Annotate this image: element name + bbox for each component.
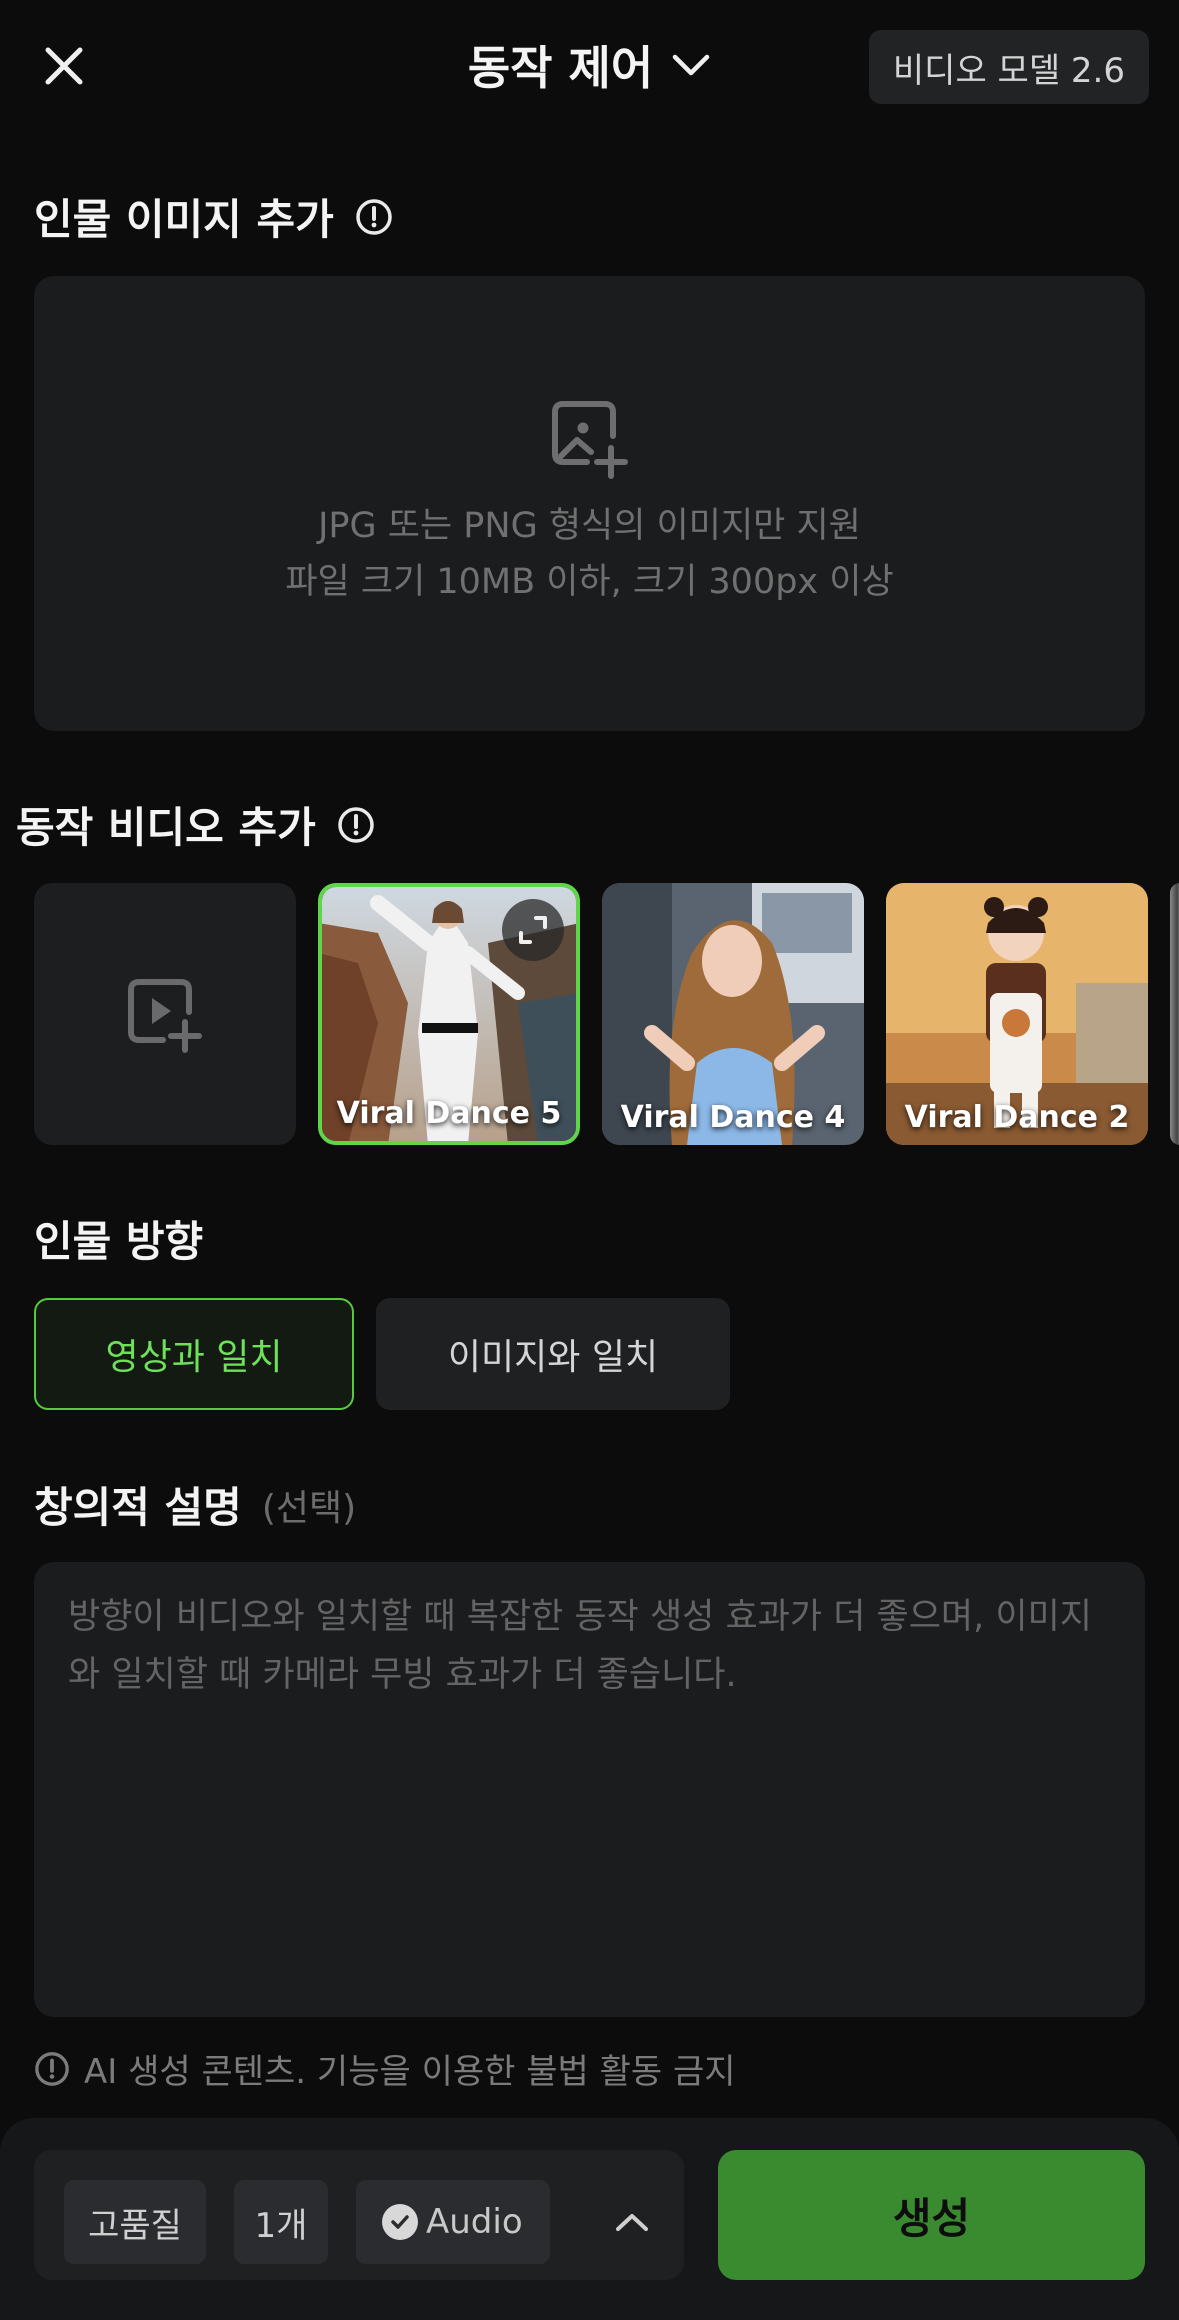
description-textarea[interactable]: 방향이 비디오와 일치할 때 복잡한 동작 생성 효과가 더 좋으며, 이미지와… xyxy=(34,1562,1145,2017)
video-tile-label: Viral Dance 5 xyxy=(336,1096,562,1131)
quality-label: 고품질 xyxy=(88,2205,182,2246)
person-image-upload-area[interactable]: JPG 또는 PNG 형식의 이미지만 지원 파일 크기 10MB 이하, 크기… xyxy=(34,276,1145,731)
motion-video-list: Viral Dance 5 Viral Dance 4 Viral Dance … xyxy=(34,883,1179,1145)
check-circle-icon xyxy=(382,2204,418,2240)
close-button[interactable] xyxy=(34,36,94,96)
add-video-icon xyxy=(128,979,202,1053)
expand-options-button[interactable] xyxy=(604,2194,660,2250)
video-tile-label: Viral Dance 4 xyxy=(620,1100,846,1135)
orientation-match-video-button[interactable]: 영상과 일치 xyxy=(34,1298,354,1410)
count-chip[interactable]: 1개 xyxy=(234,2180,328,2264)
generate-label: 생성 xyxy=(892,2193,971,2243)
expand-icon xyxy=(519,916,547,944)
generation-options-panel: 고품질 1개 Audio xyxy=(34,2150,684,2280)
ai-content-notice: AI 생성 콘텐츠. 기능을 이용한 불법 활동 금지 xyxy=(34,2044,736,2093)
audio-label: Audio xyxy=(426,2202,523,2242)
quality-chip[interactable]: 고품질 xyxy=(64,2180,206,2264)
description-section-title: 창의적 설명 (선택) xyxy=(34,1474,356,1535)
optional-label: (선택) xyxy=(261,1487,357,1529)
generate-button[interactable]: 생성 xyxy=(718,2150,1145,2280)
close-icon xyxy=(45,47,83,85)
video-tile-partial[interactable] xyxy=(1170,883,1179,1145)
model-selector-button[interactable]: 비디오 모델 2.6 xyxy=(868,30,1149,104)
chevron-down-icon xyxy=(672,54,710,76)
info-icon[interactable] xyxy=(354,197,394,237)
count-label: 1개 xyxy=(254,2205,308,2246)
expand-preview-button[interactable] xyxy=(502,899,564,961)
page-title: 동작 제어 xyxy=(467,41,654,95)
mode-title-dropdown[interactable]: 동작 제어 xyxy=(468,32,711,98)
video-tile-viral-dance-2[interactable]: Viral Dance 2 xyxy=(886,883,1148,1145)
upload-hint-size: 파일 크기 10MB 이하, 크기 300px 이상 xyxy=(285,562,894,602)
orientation-match-image-button[interactable]: 이미지와 일치 xyxy=(376,1298,730,1410)
motion-video-section-title: 동작 비디오 추가 xyxy=(16,794,376,855)
orientation-option-label: 영상과 일치 xyxy=(105,1337,283,1378)
person-image-title: 인물 이미지 추가 xyxy=(34,195,334,244)
bottom-action-bar: 고품질 1개 Audio 생성 xyxy=(0,2118,1179,2320)
upload-hint-format: JPG 또는 PNG 형식의 이미지만 지원 xyxy=(318,506,861,546)
orientation-option-label: 이미지와 일치 xyxy=(447,1337,659,1378)
motion-video-title: 동작 비디오 추가 xyxy=(16,803,316,852)
model-label: 비디오 모델 2.6 xyxy=(892,50,1125,91)
add-image-icon xyxy=(551,401,628,479)
description-title: 창의적 설명 xyxy=(34,1483,242,1532)
chevron-up-icon xyxy=(616,2214,648,2231)
person-image-section-title: 인물 이미지 추가 xyxy=(34,186,394,247)
motion-control-screen: 동작 제어 비디오 모델 2.6 인물 이미지 추가 JPG 또는 PNG 형식… xyxy=(0,0,1179,2320)
description-placeholder: 방향이 비디오와 일치할 때 복잡한 동작 생성 효과가 더 좋으며, 이미지와… xyxy=(68,1597,1092,1695)
warning-icon xyxy=(35,2051,69,2086)
add-video-button[interactable] xyxy=(34,883,296,1145)
video-tile-label: Viral Dance 2 xyxy=(904,1100,1130,1135)
info-icon[interactable] xyxy=(336,805,376,845)
video-tile-viral-dance-5[interactable]: Viral Dance 5 xyxy=(318,883,580,1145)
audio-toggle[interactable]: Audio xyxy=(356,2180,550,2264)
notice-text: AI 생성 콘텐츠. 기능을 이용한 불법 활동 금지 xyxy=(84,2052,736,2092)
orientation-section-title: 인물 방향 xyxy=(34,1208,203,1269)
video-tile-viral-dance-4[interactable]: Viral Dance 4 xyxy=(602,883,864,1145)
orientation-title: 인물 방향 xyxy=(34,1217,204,1266)
